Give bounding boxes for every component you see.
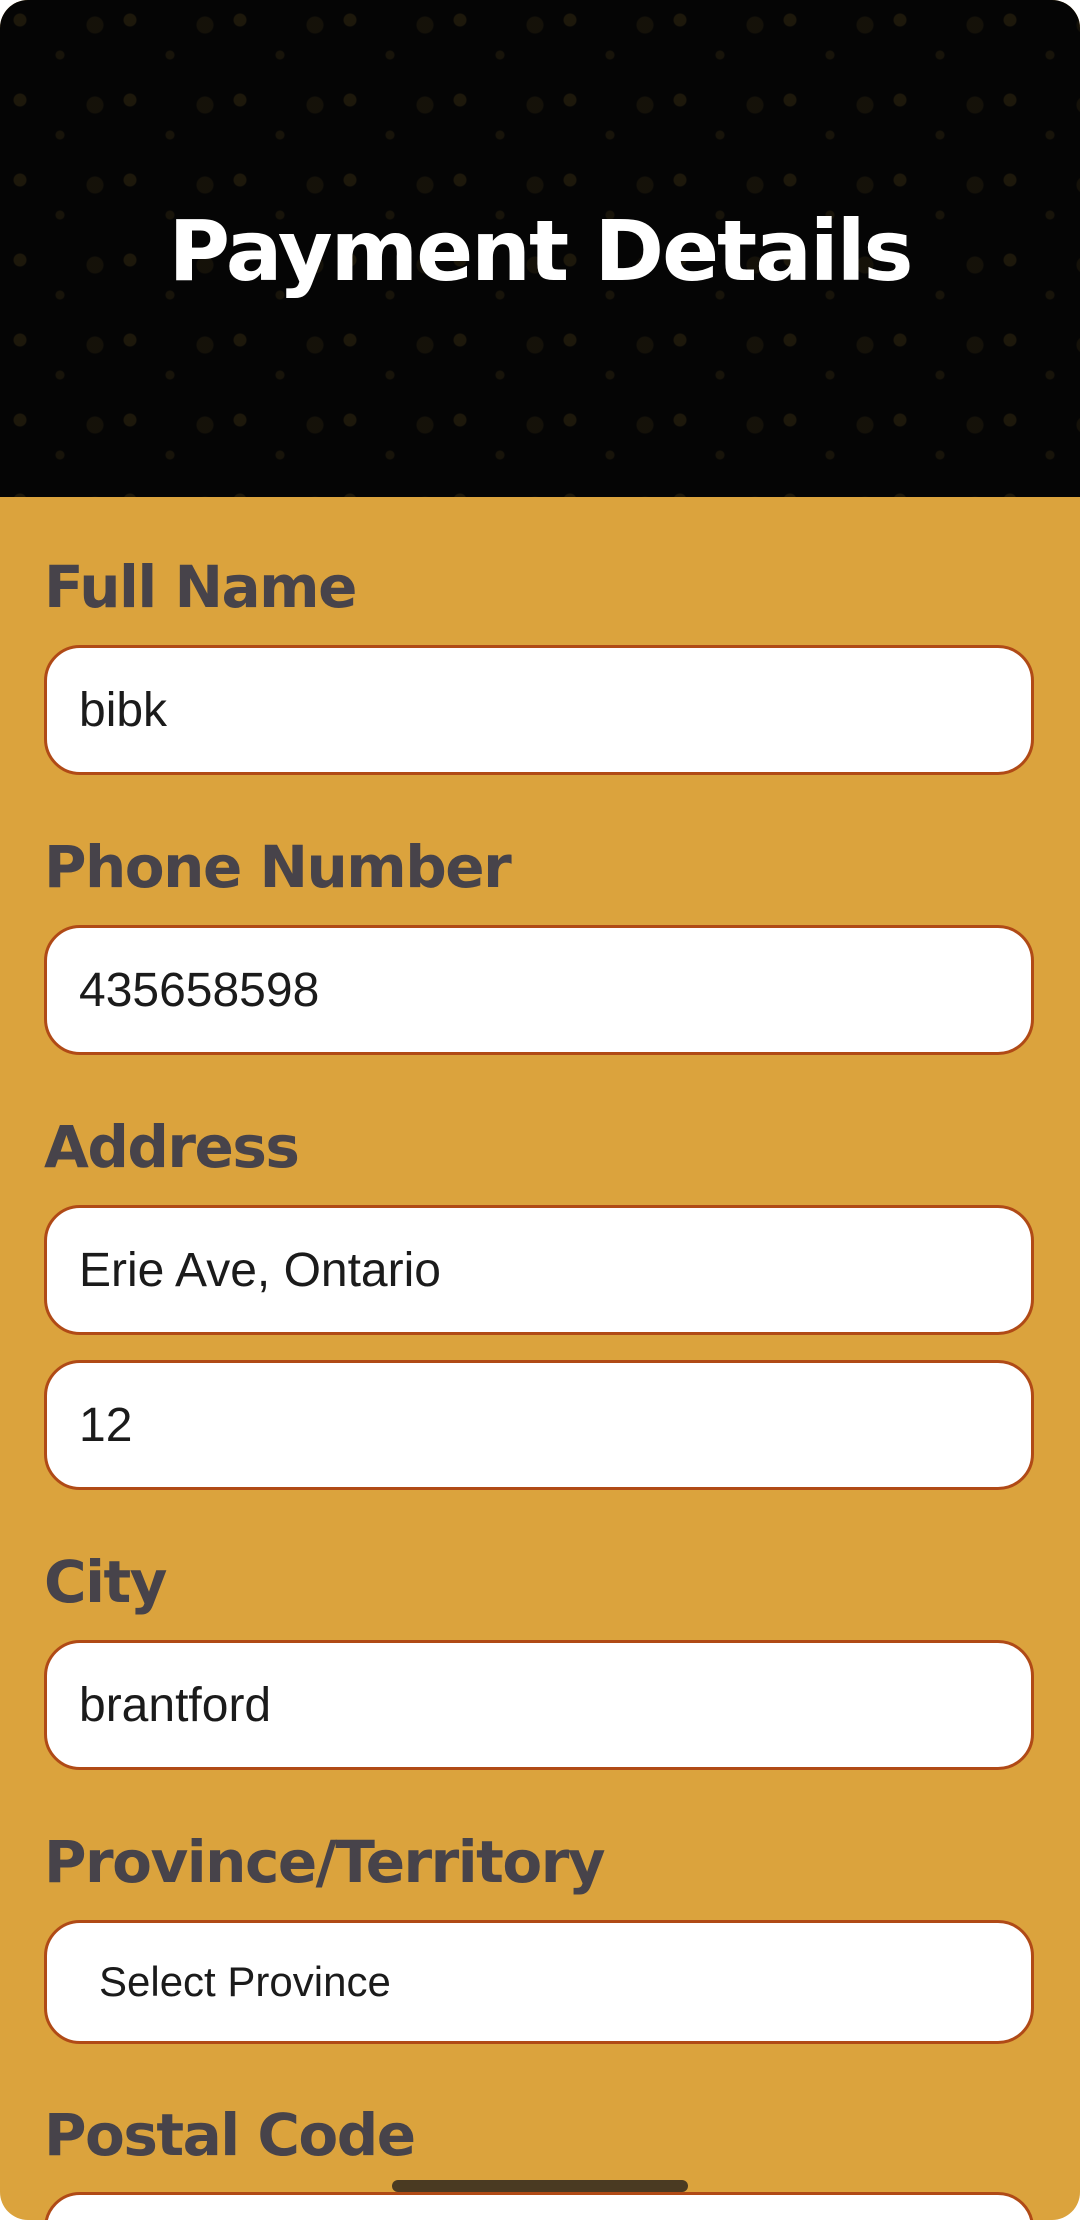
- phone-number-field[interactable]: [44, 925, 1034, 1055]
- phone-number-input[interactable]: [79, 962, 999, 1018]
- city-input[interactable]: [79, 1677, 999, 1733]
- address-label: Address: [44, 1113, 300, 1181]
- full-name-label: Full Name: [44, 553, 357, 621]
- address-line1-field[interactable]: [44, 1205, 1034, 1335]
- postal-code-field[interactable]: [44, 2192, 1034, 2220]
- city-label: City: [44, 1548, 167, 1616]
- address-line2-input[interactable]: [79, 1397, 999, 1453]
- postal-code-label: Postal Code: [44, 2101, 416, 2169]
- full-name-field[interactable]: [44, 645, 1034, 775]
- header-banner: Payment Details: [0, 0, 1080, 497]
- page-title: Payment Details: [168, 202, 914, 300]
- home-indicator[interactable]: [392, 2180, 688, 2192]
- province-label: Province/Territory: [44, 1828, 606, 1896]
- full-name-input[interactable]: [79, 682, 999, 738]
- address-line1-input[interactable]: [79, 1242, 999, 1298]
- province-select[interactable]: Select Province: [44, 1920, 1034, 2044]
- payment-details-screen: Payment Details Full Name Phone Number A…: [0, 0, 1080, 2220]
- province-select-value: Select Province: [99, 1958, 391, 2005]
- city-field[interactable]: [44, 1640, 1034, 1770]
- address-line2-field[interactable]: [44, 1360, 1034, 1490]
- phone-number-label: Phone Number: [44, 833, 512, 901]
